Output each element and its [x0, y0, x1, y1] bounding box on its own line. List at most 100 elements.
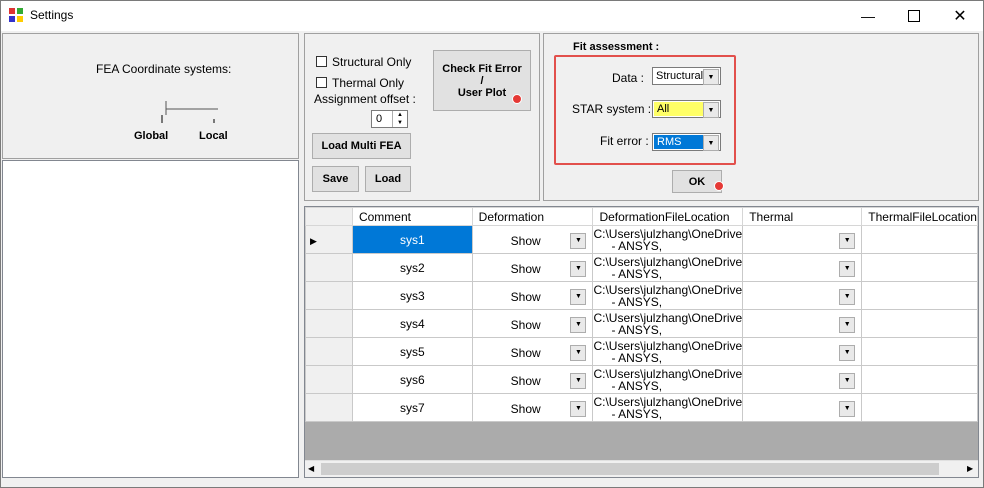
deformation-value: Show — [510, 373, 541, 388]
chevron-down-icon[interactable]: ▼ — [570, 400, 587, 417]
thermal-file-cell[interactable] — [861, 309, 978, 338]
chevron-down-icon[interactable]: ▼ — [839, 288, 856, 305]
column-header-deformation-file[interactable]: DeformationFileLocation — [592, 207, 744, 226]
chevron-down-icon[interactable]: ▼ — [839, 316, 856, 333]
row-header[interactable] — [305, 309, 353, 338]
file-path-line2: - ANSYS, — [611, 238, 663, 253]
thermal-file-cell[interactable] — [861, 365, 978, 394]
deformation-cell[interactable]: Show ▼ — [471, 393, 594, 422]
chevron-down-icon[interactable]: ▼ — [839, 372, 856, 389]
comment-cell[interactable]: sys3 — [351, 281, 473, 310]
deformation-value: Show — [510, 345, 541, 360]
thermal-cell[interactable]: ▼ — [742, 309, 863, 338]
deformation-file-cell[interactable]: C:\Users\julzhang\OneDrive - ANSYS, — [592, 337, 744, 366]
app-icon — [9, 8, 23, 22]
deformation-cell[interactable]: Show ▼ — [471, 225, 594, 254]
deformation-file-cell[interactable]: C:\Users\julzhang\OneDrive - ANSYS, — [592, 393, 744, 422]
global-label[interactable]: Global — [134, 130, 168, 142]
thermal-file-cell[interactable] — [861, 225, 978, 254]
file-path-line1: C:\Users\julzhang\OneDrive — [593, 254, 743, 269]
column-header-comment[interactable]: Comment — [351, 207, 473, 226]
row-header[interactable] — [305, 281, 353, 310]
comment-cell[interactable]: sys6 — [351, 365, 473, 394]
thermal-file-cell[interactable] — [861, 393, 978, 422]
structural-only-checkbox[interactable] — [316, 56, 327, 67]
deformation-cell[interactable]: Show ▼ — [471, 337, 594, 366]
comment-cell[interactable]: sys1 — [351, 225, 473, 254]
spin-down-icon[interactable]: ▼ — [392, 119, 407, 127]
minimize-button[interactable]: — — [845, 1, 891, 30]
local-label[interactable]: Local — [199, 130, 228, 142]
thermal-cell[interactable]: ▼ — [742, 337, 863, 366]
deformation-cell[interactable]: Show ▼ — [471, 365, 594, 394]
thermal-cell[interactable]: ▼ — [742, 393, 863, 422]
table-row[interactable]: sys4 Show ▼ C:\Users\julzhang\OneDrive - ANS… — [305, 309, 978, 338]
minimize-icon: — — [861, 7, 875, 24]
deformation-file-cell[interactable]: C:\Users\julzhang\OneDrive - ANSYS, — [592, 281, 744, 310]
deformation-file-cell[interactable]: C:\Users\julzhang\OneDrive - ANSYS, — [592, 225, 744, 254]
deformation-file-cell[interactable]: C:\Users\julzhang\OneDrive - ANSYS, — [592, 309, 744, 338]
column-header-thermal-file[interactable]: ThermalFileLocation — [861, 207, 978, 226]
coordinate-list-panel[interactable] — [2, 160, 299, 478]
row-header[interactable] — [305, 337, 353, 366]
scroll-right-icon[interactable]: ▶ — [967, 464, 973, 473]
thermal-file-cell[interactable] — [861, 281, 978, 310]
comment-cell[interactable]: sys7 — [351, 393, 473, 422]
table-row[interactable]: sys3 Show ▼ C:\Users\julzhang\OneDrive - ANS… — [305, 281, 978, 310]
load-button[interactable]: Load — [365, 166, 411, 192]
coordinate-toggle-switch[interactable] — [158, 97, 220, 127]
column-header-deformation[interactable]: Deformation — [471, 207, 594, 226]
deformation-file-cell[interactable]: C:\Users\julzhang\OneDrive - ANSYS, — [592, 253, 744, 282]
deformation-file-cell[interactable]: C:\Users\julzhang\OneDrive - ANSYS, — [592, 365, 744, 394]
table-row[interactable]: sys7 Show ▼ C:\Users\julzhang\OneDrive - ANS… — [305, 393, 978, 422]
title-bar — [1, 1, 983, 31]
scroll-left-icon[interactable]: ◀ — [308, 464, 314, 473]
chevron-down-icon[interactable]: ▼ — [570, 344, 587, 361]
chevron-down-icon[interactable]: ▼ — [839, 260, 856, 277]
table-row[interactable]: sys2 Show ▼ C:\Users\julzhang\OneDrive - ANS… — [305, 253, 978, 282]
chevron-down-icon[interactable]: ▼ — [570, 288, 587, 305]
click-marker-icon — [714, 181, 724, 191]
table-row[interactable]: sys6 Show ▼ C:\Users\julzhang\OneDrive - ANS… — [305, 365, 978, 394]
chevron-down-icon[interactable]: ▼ — [570, 372, 587, 389]
file-path-line1: C:\Users\julzhang\OneDrive — [593, 226, 743, 241]
deformation-cell[interactable]: Show ▼ — [471, 281, 594, 310]
deformation-cell[interactable]: Show ▼ — [471, 253, 594, 282]
thermal-cell[interactable]: ▼ — [742, 253, 863, 282]
close-button[interactable]: ✕ — [937, 1, 983, 30]
thermal-file-cell[interactable] — [861, 337, 978, 366]
chevron-down-icon[interactable]: ▼ — [570, 260, 587, 277]
save-button[interactable]: Save — [312, 166, 359, 192]
row-header[interactable]: ▶ — [305, 225, 353, 254]
deformation-cell[interactable]: Show ▼ — [471, 309, 594, 338]
assignment-offset-stepper[interactable]: 0 ▲ ▼ — [371, 110, 408, 128]
thermal-cell[interactable]: ▼ — [742, 225, 863, 254]
comment-cell[interactable]: sys4 — [351, 309, 473, 338]
table-row[interactable]: ▶ sys1 Show ▼ C:\Users\julzhang\OneDrive - AN… — [305, 225, 978, 254]
maximize-button[interactable] — [891, 1, 937, 30]
row-header[interactable] — [305, 365, 353, 394]
comment-cell[interactable]: sys2 — [351, 253, 473, 282]
thermal-only-checkbox[interactable] — [316, 77, 327, 88]
row-header[interactable] — [305, 253, 353, 282]
thermal-cell[interactable]: ▼ — [742, 365, 863, 394]
assignment-offset-label: Assignment offset : — [314, 92, 416, 106]
table-row[interactable]: sys5 Show ▼ C:\Users\julzhang\OneDrive - ANS… — [305, 337, 978, 366]
chevron-down-icon[interactable]: ▼ — [839, 344, 856, 361]
chevron-down-icon[interactable]: ▼ — [570, 232, 587, 249]
load-multi-fea-button[interactable]: Load Multi FEA — [312, 133, 411, 159]
systems-grid[interactable]: Comment Deformation DeformationFileLocat… — [304, 206, 979, 478]
grid-header-row: Comment Deformation DeformationFileLocat… — [305, 207, 978, 226]
chevron-down-icon[interactable]: ▼ — [839, 232, 856, 249]
column-header-thermal[interactable]: Thermal — [742, 207, 863, 226]
chevron-down-icon[interactable]: ▼ — [570, 316, 587, 333]
thermal-file-cell[interactable] — [861, 253, 978, 282]
chevron-down-icon[interactable]: ▼ — [839, 400, 856, 417]
comment-cell[interactable]: sys5 — [351, 337, 473, 366]
horizontal-scrollbar[interactable]: ◀ ▶ — [305, 460, 978, 477]
thermal-cell[interactable]: ▼ — [742, 281, 863, 310]
row-header[interactable] — [305, 393, 353, 422]
scrollbar-thumb[interactable] — [321, 463, 939, 475]
check-fit-line2: / — [480, 74, 484, 87]
spin-up-icon[interactable]: ▲ — [392, 111, 407, 119]
